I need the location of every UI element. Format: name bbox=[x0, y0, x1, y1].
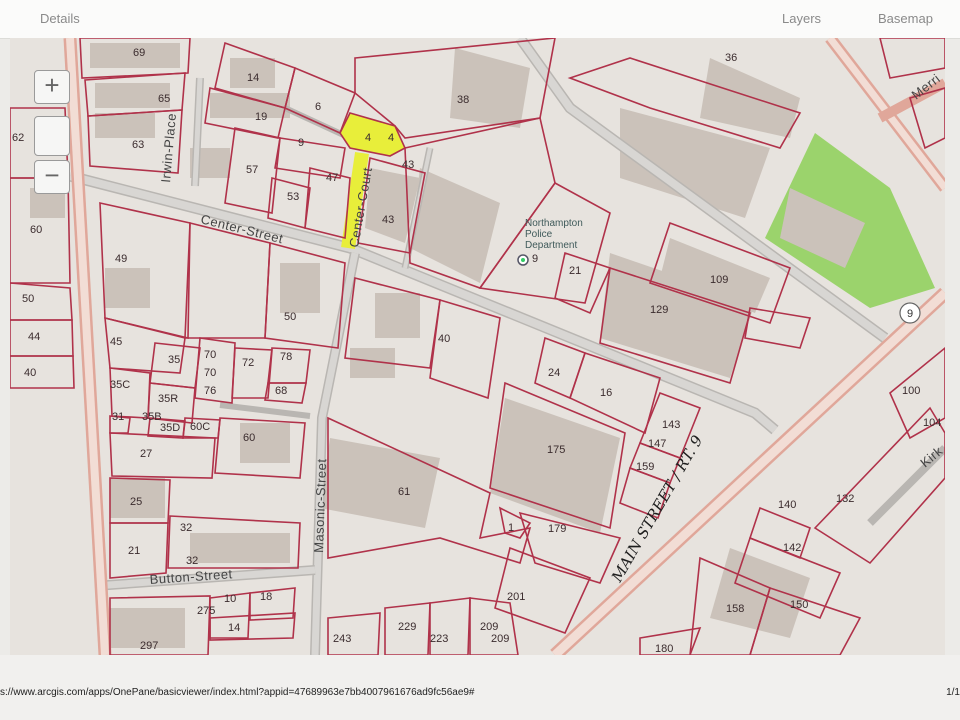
parcel-label: 143 bbox=[662, 419, 680, 431]
parcel-label: 132 bbox=[836, 493, 854, 505]
top-bar: Details Layers Basemap bbox=[0, 0, 960, 39]
poi-number: 9 bbox=[532, 253, 538, 265]
parcel-label: 21 bbox=[569, 265, 581, 277]
parcel-label: 158 bbox=[726, 603, 744, 615]
parcel-label: 142 bbox=[783, 542, 801, 554]
footer-url: s://www.arcgis.com/apps/OnePane/basicvie… bbox=[0, 687, 475, 698]
basemap-tab[interactable]: Basemap bbox=[878, 11, 933, 26]
parcel-label: 53 bbox=[287, 191, 299, 203]
parcel-label: 147 bbox=[648, 438, 666, 450]
parcel-label: 16 bbox=[600, 387, 612, 399]
route-shield-label: 9 bbox=[907, 308, 913, 320]
parcel-label: 69 bbox=[133, 47, 145, 59]
parcel-label: 65 bbox=[158, 93, 170, 105]
parcel-label: 40 bbox=[24, 367, 36, 379]
parcel-label: 150 bbox=[790, 599, 808, 611]
parcel-label: 36 bbox=[725, 52, 737, 64]
parcel-label: 175 bbox=[547, 444, 565, 456]
parcel-label: 31 bbox=[112, 411, 124, 423]
print-footer: s://www.arcgis.com/apps/OnePane/basicvie… bbox=[0, 655, 960, 720]
parcel-label: 24 bbox=[548, 367, 560, 379]
footer-page-number: 1/1 bbox=[946, 687, 960, 698]
parcel-label: 243 bbox=[333, 633, 351, 645]
parcel-label: 38 bbox=[457, 94, 469, 106]
parcel-label: 44 bbox=[28, 331, 40, 343]
parcel-label: 209 bbox=[480, 621, 498, 633]
building bbox=[190, 533, 290, 563]
parcel-label: 35 bbox=[168, 354, 180, 366]
parcel-label: 40 bbox=[438, 333, 450, 345]
building bbox=[95, 113, 155, 138]
parcel-label: 6 bbox=[315, 101, 321, 113]
parcel-label: 63 bbox=[132, 139, 144, 151]
parcel-label: 10 bbox=[224, 593, 236, 605]
details-tab[interactable]: Details bbox=[40, 11, 80, 26]
parcel-label: 275 bbox=[197, 605, 215, 617]
parcel-label: 201 bbox=[507, 591, 525, 603]
parcel-label: 50 bbox=[22, 293, 34, 305]
parcel-label: 4 bbox=[365, 132, 371, 144]
parcel-label: 159 bbox=[636, 461, 654, 473]
parcel-label: 47 bbox=[326, 172, 338, 184]
parcel-label: 35D bbox=[160, 422, 180, 434]
poi-label-line1: Northampton bbox=[525, 218, 583, 229]
police-icon-dot bbox=[521, 258, 525, 262]
parcel-label: 4 bbox=[388, 132, 394, 144]
parcel-label: 32 bbox=[186, 555, 198, 567]
parcel-label: 43 bbox=[382, 214, 394, 226]
parcel-label: 60 bbox=[243, 432, 255, 444]
parcel-label: 60C bbox=[190, 421, 210, 433]
poi-label-line3: Department bbox=[525, 240, 577, 251]
parcel-label: 109 bbox=[710, 274, 728, 286]
parcel-label: 19 bbox=[255, 111, 267, 123]
parcel-label: 68 bbox=[275, 385, 287, 397]
parcel-label: 62 bbox=[12, 132, 24, 144]
parcel-map[interactable]: 9 Northampton Police Department 9 Center… bbox=[10, 38, 945, 655]
parcel-label: 14 bbox=[247, 72, 259, 84]
parcel-label: 49 bbox=[115, 253, 127, 265]
parcel-label: 21 bbox=[128, 545, 140, 557]
parcel-label: 76 bbox=[204, 385, 216, 397]
parcel-label: 50 bbox=[284, 311, 296, 323]
building bbox=[105, 268, 150, 308]
parcel-label: 35C bbox=[110, 379, 130, 391]
parcel-label: 45 bbox=[110, 336, 122, 348]
parcel-label: 27 bbox=[140, 448, 152, 460]
parcel-label: 61 bbox=[398, 486, 410, 498]
layers-tab[interactable]: Layers bbox=[782, 11, 821, 26]
parcel-label: 209 bbox=[491, 633, 509, 645]
zoom-in-button[interactable]: + bbox=[34, 70, 70, 104]
parcel-label: 229 bbox=[398, 621, 416, 633]
zoom-slider[interactable] bbox=[34, 116, 70, 156]
parcel-label: 104 bbox=[923, 417, 941, 429]
poi-label-line2: Police bbox=[525, 229, 553, 240]
parcel-label: 18 bbox=[260, 591, 272, 603]
parcel-label: 1 bbox=[508, 522, 514, 534]
parcel-label: 14 bbox=[228, 622, 240, 634]
parcel-label: 179 bbox=[548, 523, 566, 535]
parcel-label: 35R bbox=[158, 393, 178, 405]
parcel-label: 180 bbox=[655, 643, 673, 655]
parcel-label: 60 bbox=[30, 224, 42, 236]
parcel-label: 129 bbox=[650, 304, 668, 316]
map-view[interactable]: 9 Northampton Police Department 9 Center… bbox=[10, 38, 945, 655]
parcel-label: 70 bbox=[204, 349, 216, 361]
parcel-label: 35B bbox=[142, 411, 162, 423]
parcel-label: 78 bbox=[280, 351, 292, 363]
parcel-label: 140 bbox=[778, 499, 796, 511]
parcel-label: 57 bbox=[246, 164, 258, 176]
building bbox=[375, 293, 420, 338]
parcel-label: 70 bbox=[204, 367, 216, 379]
parcel-label: 43 bbox=[402, 159, 414, 171]
building bbox=[280, 263, 320, 313]
parcel-label: 297 bbox=[140, 640, 158, 652]
parcel-label: 25 bbox=[130, 496, 142, 508]
parcel-label: 100 bbox=[902, 385, 920, 397]
parcel-label: 72 bbox=[242, 357, 254, 369]
zoom-out-button[interactable]: − bbox=[34, 160, 70, 194]
parcel-label: 9 bbox=[298, 137, 304, 149]
parcel-label: 223 bbox=[430, 633, 448, 645]
parcel-label: 32 bbox=[180, 522, 192, 534]
